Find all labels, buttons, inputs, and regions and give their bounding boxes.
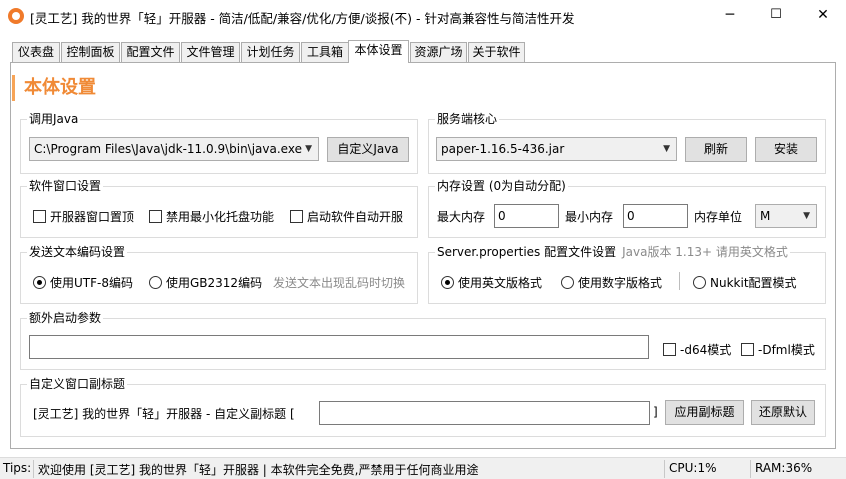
core-group-title: 服务端核心 [435, 112, 500, 126]
status-divider [664, 460, 665, 478]
java-group-title: 调用Java [27, 112, 81, 126]
memory-group-title: 内存设置 (0为自动分配) [435, 179, 568, 193]
max-memory-label: 最大内存 [437, 210, 486, 224]
reset-default-button[interactable]: 还原默认 [751, 400, 815, 425]
tab-scheduled-tasks[interactable]: 计划任务 [241, 42, 300, 62]
java-path-value: C:\Program Files\Java\jdk-11.0.9\bin\jav… [34, 142, 302, 156]
page-title: 本体设置 [12, 75, 96, 101]
tab-resource-plaza[interactable]: 资源广场 [410, 42, 467, 62]
custom-java-button[interactable]: 自定义Java [327, 137, 409, 162]
subtitle-prefix-label: [灵工艺] 我的世界「轻」开服器 - 自定义副标题 [ [33, 407, 295, 421]
tab-control-panel[interactable]: 控制面板 [61, 42, 120, 62]
memory-unit-label: 内存单位 [694, 210, 743, 224]
extra-args-group-title: 额外启动参数 [27, 311, 104, 325]
tips-label: Tips: [3, 461, 32, 475]
app-logo-icon [8, 8, 24, 24]
extra-args-input[interactable] [29, 335, 649, 359]
d64-checkbox[interactable]: -d64模式 [663, 341, 731, 358]
tab-file-manager[interactable]: 文件管理 [181, 42, 240, 62]
english-format-radio[interactable]: 使用英文版格式 [441, 274, 542, 291]
numeric-format-radio[interactable]: 使用数字版格式 [561, 274, 662, 291]
subtitle-suffix-label: ] [653, 405, 658, 419]
radio-icon [561, 276, 574, 289]
nukkit-mode-radio[interactable]: Nukkit配置模式 [693, 274, 797, 291]
divider [679, 272, 680, 290]
gb2312-radio[interactable]: 使用GB2312编码 [149, 274, 262, 291]
apply-subtitle-button[interactable]: 应用副标题 [665, 400, 744, 425]
tab-config-files[interactable]: 配置文件 [121, 42, 180, 62]
tab-settings[interactable]: 本体设置 [348, 40, 409, 63]
min-memory-label: 最小内存 [565, 210, 614, 224]
close-button[interactable]: ✕ [800, 0, 846, 32]
radio-icon [149, 276, 162, 289]
encoding-hint: 发送文本出现乱码时切换 [273, 276, 406, 290]
title-bar: [灵工艺] 我的世界「轻」开服器 - 简洁/低配/兼容/优化/方便/谈报(不) … [0, 0, 846, 32]
core-select-value: paper-1.16.5-436.jar [441, 142, 565, 156]
checkbox-icon [33, 210, 46, 223]
always-on-top-checkbox[interactable]: 开服器窗口置顶 [33, 208, 134, 225]
utf8-radio[interactable]: 使用UTF-8编码 [33, 274, 133, 291]
subtitle-group-title: 自定义窗口副标题 [27, 377, 128, 391]
checkbox-icon [663, 343, 676, 356]
install-button[interactable]: 安装 [755, 137, 817, 162]
window-title: [灵工艺] 我的世界「轻」开服器 - 简洁/低配/兼容/优化/方便/谈报(不) … [30, 11, 575, 26]
status-divider [33, 460, 34, 478]
status-message: 欢迎使用 [灵工艺] 我的世界「轻」开服器 | 本软件完全免费,严禁用于任何商业… [38, 463, 479, 477]
tab-about[interactable]: 关于软件 [468, 42, 525, 62]
chevron-down-icon: ▼ [663, 144, 670, 154]
max-memory-input[interactable]: 0 [494, 204, 559, 228]
memory-unit-select[interactable]: M ▼ [755, 204, 817, 228]
radio-selected-icon [33, 276, 46, 289]
chevron-down-icon: ▼ [803, 211, 810, 221]
checkbox-icon [741, 343, 754, 356]
disable-tray-checkbox[interactable]: 禁用最小化托盘功能 [149, 208, 274, 225]
ram-usage: RAM:36% [755, 461, 813, 475]
minimize-button[interactable]: ─ [707, 0, 753, 32]
maximize-button[interactable]: ☐ [753, 0, 799, 32]
core-select[interactable]: paper-1.16.5-436.jar ▼ [436, 137, 677, 161]
java-path-select[interactable]: C:\Program Files\Java\jdk-11.0.9\bin\jav… [29, 137, 319, 161]
properties-hint: Java版本 1.13+ 请用英文格式 [622, 245, 788, 259]
auto-start-checkbox[interactable]: 启动软件自动开服 [290, 208, 403, 225]
chevron-down-icon: ▼ [305, 144, 312, 154]
radio-selected-icon [441, 276, 454, 289]
status-divider [750, 460, 751, 478]
status-bar: Tips: 欢迎使用 [灵工艺] 我的世界「轻」开服器 | 本软件完全免费,严禁… [0, 457, 846, 479]
subtitle-input[interactable] [319, 401, 650, 425]
tab-toolbox[interactable]: 工具箱 [301, 42, 349, 62]
tab-dashboard[interactable]: 仪表盘 [12, 42, 60, 62]
encoding-group-title: 发送文本编码设置 [27, 245, 128, 259]
checkbox-icon [149, 210, 162, 223]
cpu-usage: CPU:1% [669, 461, 717, 475]
min-memory-input[interactable]: 0 [623, 204, 688, 228]
properties-group-title: Server.properties 配置文件设置 Java版本 1.13+ 请用英… [435, 245, 790, 259]
memory-unit-value: M [760, 209, 771, 223]
checkbox-icon [290, 210, 303, 223]
dfml-checkbox[interactable]: -Dfml模式 [741, 341, 815, 358]
refresh-button[interactable]: 刷新 [685, 137, 747, 162]
window-settings-group-title: 软件窗口设置 [27, 179, 104, 193]
radio-icon [693, 276, 706, 289]
